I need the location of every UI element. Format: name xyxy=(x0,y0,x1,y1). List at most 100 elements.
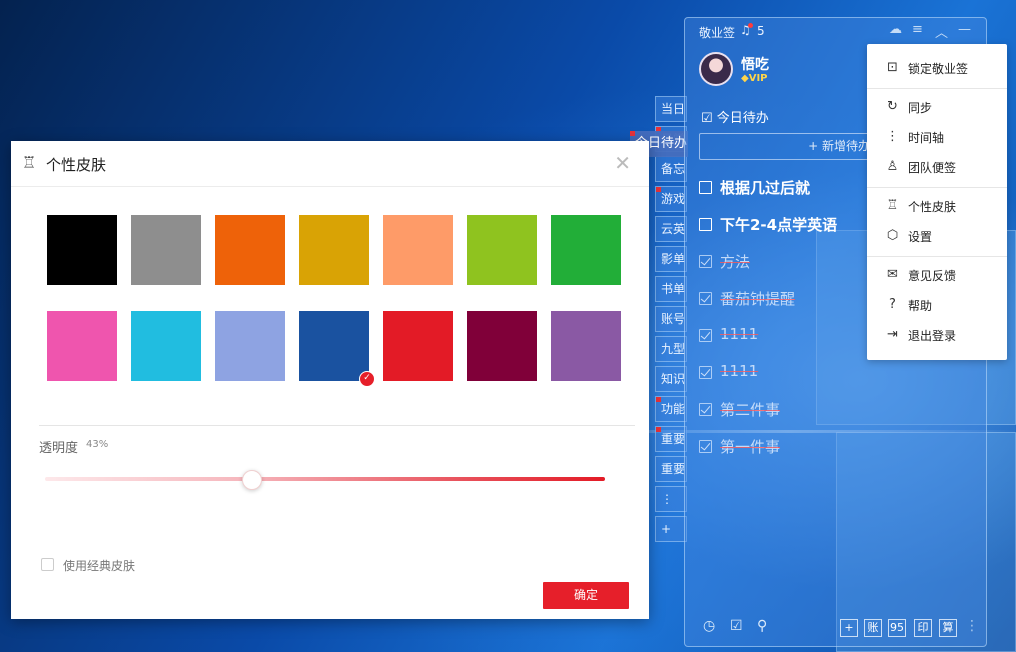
collapse-icon[interactable]: ︿ xyxy=(935,22,948,41)
color-swatch[interactable] xyxy=(467,311,537,381)
app-title: 敬业签 xyxy=(699,26,736,40)
side-tab-label: 重要 xyxy=(661,462,686,476)
side-tab[interactable]: 重要 xyxy=(655,456,687,482)
side-tab[interactable]: 游戏 xyxy=(655,186,687,212)
classic-skin-checkbox[interactable] xyxy=(41,558,54,571)
more-icon[interactable]: ⋮ xyxy=(965,618,979,634)
menu-item-label: 意见反馈 xyxy=(908,269,957,283)
todo-checkbox[interactable] xyxy=(699,329,712,342)
classic-skin-label: 使用经典皮肤 xyxy=(63,559,136,573)
logout-icon: ⇥ xyxy=(887,327,898,342)
menu-icon[interactable]: ≡ xyxy=(912,22,923,37)
side-tab-label: 影单 xyxy=(661,252,686,266)
help-icon: ? xyxy=(889,297,896,312)
menu-divider xyxy=(867,256,1007,257)
opacity-slider-thumb[interactable] xyxy=(242,470,263,490)
footer-button[interactable]: 账 xyxy=(864,619,882,637)
menu-item[interactable]: ⊡ 锁定敬业签 xyxy=(867,54,1007,82)
color-swatch[interactable] xyxy=(47,311,117,381)
todo-checkbox[interactable] xyxy=(699,218,712,231)
avatar[interactable] xyxy=(699,52,733,86)
footer-button[interactable]: 印 xyxy=(914,619,932,637)
tab-flag xyxy=(630,131,635,136)
menu-item[interactable]: ⇥ 退出登录 xyxy=(867,321,1007,349)
calendar-check-icon[interactable]: ☑ xyxy=(730,618,743,634)
side-tab[interactable]: 备忘 xyxy=(655,156,687,182)
menu-divider xyxy=(867,187,1007,188)
side-tab[interactable]: 账号 xyxy=(655,306,687,332)
todo-text: 1111 xyxy=(720,325,759,343)
selected-check-icon: ✓ xyxy=(359,371,375,387)
menu-item-label: 个性皮肤 xyxy=(908,200,957,214)
clock-icon[interactable]: ◷ xyxy=(703,618,715,634)
settings-dropdown-menu: ⊡ 锁定敬业签 ↻ 同步 ⋮ 时间轴 ♙ 团队便签 ♖ 个性皮肤 ⬡ 设置 ✉ 意见反馈? 帮助 ⇥ 退出登录 xyxy=(867,44,1007,360)
side-tab[interactable]: 书单 xyxy=(655,276,687,302)
todo-text: 1111 xyxy=(720,362,759,380)
footer-button[interactable]: 95 xyxy=(888,619,906,637)
menu-item[interactable]: ♖ 个性皮肤 xyxy=(867,192,1007,220)
side-tab[interactable]: 云英 xyxy=(655,216,687,242)
menu-item[interactable]: ✉ 意见反馈 xyxy=(867,261,1007,289)
tab-flag xyxy=(656,187,661,192)
menu-item[interactable]: ⋮ 时间轴 xyxy=(867,123,1007,151)
color-swatch[interactable] xyxy=(131,311,201,381)
color-swatch[interactable] xyxy=(215,311,285,381)
opacity-slider[interactable] xyxy=(45,477,605,481)
side-tab[interactable]: ⋮ xyxy=(655,486,687,512)
side-tab[interactable]: 影单 xyxy=(655,246,687,272)
color-swatch[interactable] xyxy=(299,215,369,285)
side-tab[interactable]: 重要 xyxy=(655,426,687,452)
search-icon[interactable]: ⚲ xyxy=(757,618,767,634)
menu-item[interactable]: ⬡ 设置 xyxy=(867,222,1007,250)
menu-item[interactable]: ? 帮助 xyxy=(867,291,1007,319)
todo-checkbox[interactable] xyxy=(699,292,712,305)
menu-item[interactable]: ♙ 团队便签 xyxy=(867,153,1007,181)
cloud-icon[interactable]: ☁ xyxy=(889,22,902,37)
color-swatch[interactable] xyxy=(467,215,537,285)
tab-flag xyxy=(656,427,661,432)
color-swatch[interactable] xyxy=(131,215,201,285)
menu-item-label: 团队便签 xyxy=(908,161,957,175)
menu-item-label: 设置 xyxy=(908,230,933,244)
todo-checkbox[interactable] xyxy=(699,440,712,453)
todo-checkbox[interactable] xyxy=(699,403,712,416)
menu-item-label: 退出登录 xyxy=(908,329,957,343)
side-tab-label: 云英 xyxy=(661,222,686,236)
side-tab[interactable]: 知识 xyxy=(655,366,687,392)
username: 悟吃 xyxy=(741,57,769,73)
color-swatch[interactable] xyxy=(383,215,453,285)
color-swatch[interactable] xyxy=(551,215,621,285)
tab-flag xyxy=(656,397,661,402)
shirt-icon: ♖ xyxy=(22,153,37,172)
todo-checkbox[interactable] xyxy=(699,255,712,268)
side-tab[interactable]: 功能 xyxy=(655,396,687,422)
note-panel-header: 敬业签 ♫ 5 ☁ ≡ ︿ — xyxy=(685,18,986,46)
notification-count: 5 xyxy=(757,24,765,38)
today-todo-heading: ☑ 今日待办 xyxy=(701,111,769,126)
todo-text: 番茄钟提醒 xyxy=(720,290,796,308)
color-swatch[interactable] xyxy=(551,311,621,381)
side-tab-label: 备忘 xyxy=(661,162,686,176)
color-swatch[interactable] xyxy=(215,215,285,285)
todo-checkbox[interactable] xyxy=(699,366,712,379)
footer-button[interactable]: 算 xyxy=(939,619,957,637)
color-swatch[interactable] xyxy=(299,311,369,381)
shirt-icon: ♖ xyxy=(886,198,899,213)
confirm-button[interactable]: 确定 xyxy=(543,582,629,609)
add-todo-button[interactable]: + 新增待办 xyxy=(699,133,879,160)
menu-item[interactable]: ↻ 同步 xyxy=(867,93,1007,121)
todo-checkbox[interactable] xyxy=(699,181,712,194)
side-tab[interactable]: + xyxy=(655,516,687,542)
color-swatch[interactable] xyxy=(47,215,117,285)
color-swatch[interactable] xyxy=(383,311,453,381)
todo-text: 第二件事 xyxy=(720,401,781,419)
todo-text: 第一件事 xyxy=(720,438,781,456)
side-tab[interactable]: 九型 xyxy=(655,336,687,362)
side-tab-label: 重要 xyxy=(661,432,686,446)
minimize-icon[interactable]: — xyxy=(958,22,971,37)
menu-item-label: 时间轴 xyxy=(908,131,945,145)
footer-button[interactable]: + xyxy=(840,619,858,637)
side-tab[interactable]: 当日 xyxy=(655,96,687,122)
todo-text: 方法 xyxy=(720,253,751,271)
close-icon[interactable]: ✕ xyxy=(614,151,631,175)
